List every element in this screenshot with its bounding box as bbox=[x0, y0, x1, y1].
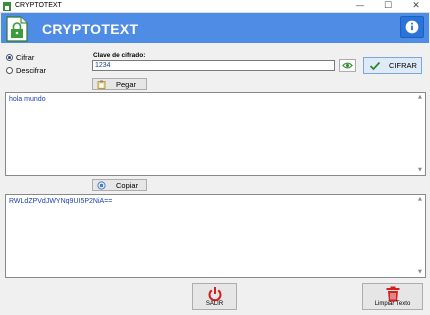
window-title: CRYPTOTEXT bbox=[15, 2, 62, 9]
clear-text-label: Limpiar Texto bbox=[374, 301, 411, 307]
clear-text-button[interactable]: Limpiar Texto bbox=[362, 283, 423, 310]
copy-icon bbox=[97, 180, 106, 190]
copy-label: Copiar bbox=[116, 180, 139, 190]
lock-document-icon bbox=[6, 16, 28, 42]
app-icon bbox=[3, 2, 11, 11]
radio-label-cifrar: Cifrar bbox=[16, 53, 35, 62]
radio-descifrar[interactable]: Descifrar bbox=[6, 66, 46, 75]
app-header: CRYPTOTEXT bbox=[1, 13, 429, 43]
maximize-button[interactable]: ☐ bbox=[374, 0, 402, 13]
clipboard-icon bbox=[97, 80, 106, 89]
copy-button[interactable]: Copiar bbox=[92, 179, 147, 191]
scroll-up-arrow[interactable]: ▲ bbox=[418, 196, 423, 202]
exit-label: SALIR bbox=[205, 301, 224, 307]
key-label: Clave de cifrado: bbox=[93, 52, 146, 59]
paste-button[interactable]: Pegar bbox=[92, 78, 147, 90]
scroll-down-arrow[interactable]: ▼ bbox=[418, 167, 423, 173]
cifrar-label: CIFRAR bbox=[389, 61, 417, 70]
info-icon bbox=[405, 20, 419, 34]
radio-button[interactable] bbox=[6, 54, 13, 61]
scroll-up-arrow[interactable]: ▲ bbox=[418, 94, 423, 100]
output-textarea[interactable]: RWLdZPVdJWYNq9UI5P2NiA== ▲ ▼ bbox=[5, 194, 426, 278]
cifrar-button[interactable]: CIFRAR bbox=[363, 57, 422, 74]
input-text: hola mundo bbox=[9, 96, 46, 103]
scroll-down-arrow[interactable]: ▼ bbox=[418, 269, 423, 275]
exit-button[interactable]: SALIR bbox=[192, 283, 237, 310]
eye-icon bbox=[342, 62, 353, 69]
radio-cifrar[interactable]: Cifrar bbox=[6, 53, 34, 62]
app-title: CRYPTOTEXT bbox=[42, 21, 139, 37]
minimize-button[interactable]: — bbox=[346, 0, 374, 13]
output-text: RWLdZPVdJWYNq9UI5P2NiA== bbox=[9, 198, 113, 205]
radio-label-descifrar: Descifrar bbox=[16, 66, 47, 75]
window-titlebar: CRYPTOTEXT — ☐ ✕ bbox=[0, 0, 430, 13]
radio-button[interactable] bbox=[6, 67, 13, 74]
input-textarea[interactable]: hola mundo ▲ ▼ bbox=[5, 92, 426, 176]
power-icon bbox=[208, 287, 221, 302]
paste-label: Pegar bbox=[116, 79, 137, 89]
show-key-button[interactable] bbox=[339, 59, 356, 72]
trash-icon bbox=[386, 286, 399, 302]
info-button[interactable] bbox=[400, 16, 424, 38]
close-button[interactable]: ✕ bbox=[402, 0, 430, 13]
checkmark-icon bbox=[369, 61, 381, 70]
key-input[interactable]: 1234 bbox=[92, 60, 335, 71]
